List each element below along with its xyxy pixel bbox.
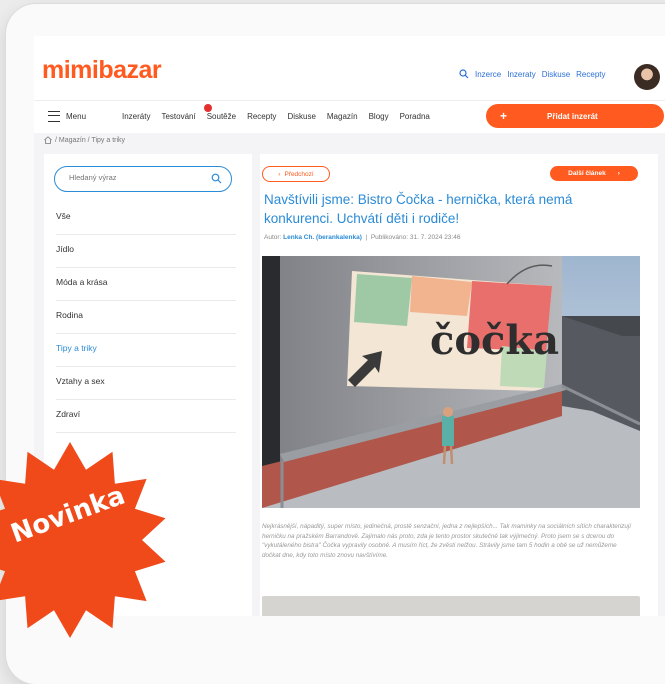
nav-link-poradna[interactable]: Poradna — [400, 112, 430, 121]
chevron-right-icon: › — [617, 170, 620, 177]
nav-link-magazin[interactable]: Magazín — [327, 112, 358, 121]
article-content: ‹ Předchozí Další článek › Navštívili js… — [260, 154, 658, 616]
top-link-recepty[interactable]: Recepty — [576, 70, 605, 79]
published-date: Publikováno: 31. 7. 2024 23:46 — [370, 234, 461, 241]
nav-link-inzeraty[interactable]: Inzeráty — [122, 112, 150, 121]
top-links: Inzerce Inzeraty Diskuse Recepty — [459, 69, 606, 79]
plus-icon: + — [500, 109, 508, 123]
meta-divider: | — [363, 234, 371, 241]
search-input[interactable] — [67, 172, 211, 183]
category-list: Vše Jídlo Móda a krása Rodina Tipy a tri… — [56, 202, 236, 433]
user-avatar[interactable] — [634, 64, 660, 90]
nav-link-souteze[interactable]: Soutěže — [207, 112, 236, 121]
previous-article-label: Předchozí — [284, 170, 314, 178]
category-item-tipy[interactable]: Tipy a triky — [56, 334, 236, 367]
second-photo-preview — [262, 596, 640, 616]
article-photo: čočka — [262, 256, 640, 508]
top-link-inzerce[interactable]: Inzerce — [475, 70, 501, 79]
nav-link-recepty[interactable]: Recepty — [247, 112, 276, 121]
add-listing-button[interactable]: + Přidat inzerát — [486, 104, 664, 128]
bistro-photo-illustration: čočka — [262, 256, 640, 508]
nav-link-blogy[interactable]: Blogy — [369, 112, 389, 121]
chevron-left-icon: ‹ — [278, 170, 281, 178]
category-item-jidlo[interactable]: Jídlo — [56, 235, 236, 268]
nav-links: Inzeráty Testování Soutěže Recepty Disku… — [122, 112, 430, 121]
search-icon[interactable] — [459, 69, 469, 79]
notification-dot — [204, 104, 212, 112]
main-nav: Menu Inzeráty Testování Soutěže Recepty … — [34, 100, 665, 133]
nav-link-testovani[interactable]: Testování — [161, 112, 195, 121]
category-item-zdravi[interactable]: Zdraví — [56, 400, 236, 433]
article-meta: Autor: Lenka Ch. (berankalenka) | Publik… — [264, 234, 460, 241]
category-item-vztahy[interactable]: Vztahy a sex — [56, 367, 236, 400]
category-item-rodina[interactable]: Rodina — [56, 301, 236, 334]
previous-article-button[interactable]: ‹ Předchozí — [262, 166, 330, 182]
next-article-label: Další článek — [568, 170, 606, 177]
author-label: Autor: — [264, 234, 282, 241]
breadcrumb: / Magazín / Tipy a triky — [44, 136, 125, 144]
hamburger-icon — [48, 111, 60, 122]
add-listing-label: Přidat inzerát — [547, 111, 598, 121]
author-link[interactable]: Lenka Ch. (berankalenka) — [283, 234, 362, 241]
nav-link-diskuse[interactable]: Diskuse — [287, 112, 315, 121]
menu-label: Menu — [66, 112, 87, 121]
site-logo[interactable]: mimibazar — [42, 56, 162, 85]
search-icon[interactable] — [211, 173, 222, 184]
breadcrumb-text[interactable]: / Magazín / Tipy a triky — [55, 137, 125, 144]
site-header: mimibazar Inzerce Inzeraty Diskuse Recep… — [34, 36, 665, 106]
article-excerpt: Nejkrásnější, nápaditý, super místo, jed… — [262, 523, 632, 559]
top-link-diskuse[interactable]: Diskuse — [542, 70, 570, 79]
top-link-inzeraty[interactable]: Inzeraty — [507, 70, 535, 79]
home-icon[interactable] — [44, 136, 52, 144]
category-item-vse[interactable]: Vše — [56, 202, 236, 235]
article-title: Navštívili jsme: Bistro Čočka - hernička… — [264, 192, 573, 226]
next-article-button[interactable]: Další článek › — [550, 166, 638, 181]
bistro-sign-text: čočka — [430, 317, 559, 364]
sidebar-search — [54, 166, 232, 192]
category-item-moda[interactable]: Móda a krása — [56, 268, 236, 301]
menu-button[interactable]: Menu — [48, 111, 86, 122]
